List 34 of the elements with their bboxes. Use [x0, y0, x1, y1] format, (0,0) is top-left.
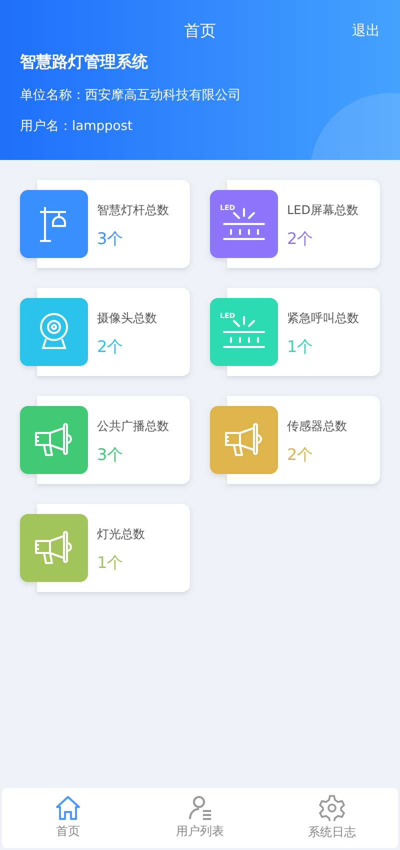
stat-count: 3个 — [97, 229, 124, 250]
stat-count: 1个 — [287, 337, 314, 358]
user-list-icon — [187, 796, 213, 820]
megaphone-icon — [34, 530, 74, 566]
stat-card[interactable]: 灯光总数 1个 — [20, 504, 190, 592]
stat-label: 摄像头总数 — [97, 310, 157, 327]
stat-count: 1个 — [97, 553, 124, 574]
system-name: 智慧路灯管理系统 — [20, 52, 149, 73]
stat-label: 传感器总数 — [287, 418, 347, 435]
stat-label: LED屏幕总数 — [287, 202, 359, 219]
webcam-icon — [38, 312, 70, 352]
stat-card[interactable]: 公共广播总数 3个 — [20, 396, 190, 484]
stat-label: 紧急呼叫总数 — [287, 310, 359, 327]
page-title: 首页 — [184, 20, 216, 42]
stat-count: 2个 — [287, 229, 314, 250]
tab-item[interactable]: 首页 — [2, 788, 134, 848]
stat-card[interactable]: 智慧灯杆总数 3个 — [20, 180, 190, 268]
tab-item[interactable]: 用户列表 — [134, 788, 266, 848]
lamp-pole-icon — [39, 205, 69, 243]
megaphone-icon — [34, 422, 74, 458]
stat-label: 公共广播总数 — [97, 418, 169, 435]
unit-name: 单位名称：西安摩高互动科技有限公司 — [20, 87, 242, 104]
username: 用户名：lamppost — [20, 118, 134, 135]
stat-label: 智慧灯杆总数 — [97, 202, 169, 219]
tab-item[interactable]: 系统日志 — [266, 788, 398, 848]
megaphone-icon — [224, 422, 264, 458]
home-icon — [55, 796, 81, 820]
stat-count: 2个 — [97, 337, 124, 358]
stat-count: 2个 — [287, 445, 314, 466]
stat-count: 3个 — [97, 445, 124, 466]
settings-icon — [319, 795, 345, 821]
stat-label: 灯光总数 — [97, 526, 145, 543]
stat-card[interactable]: 传感器总数 2个 — [210, 396, 380, 484]
stat-card[interactable]: 摄像头总数 2个 — [20, 288, 190, 376]
